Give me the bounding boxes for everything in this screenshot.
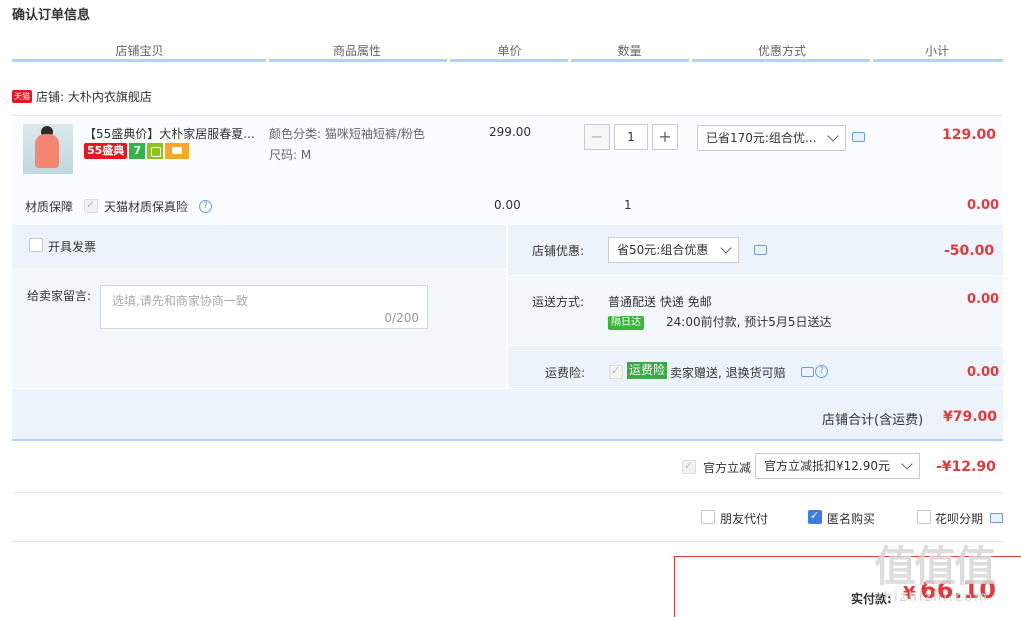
insurance-price: 0.00 (494, 198, 521, 212)
chat-bubble-icon[interactable] (801, 367, 814, 377)
product-tags: 55盛典 7 (84, 143, 190, 159)
insurance-subtotal: 0.00 (967, 198, 1000, 213)
header-bar (12, 59, 266, 62)
anonymous-checkbox[interactable] (808, 509, 822, 524)
seller-message-input[interactable]: 选填,请先和商家协商一致 0/200 (100, 285, 428, 329)
chat-bubble-icon[interactable] (990, 513, 1003, 523)
shop-total-label: 店铺合计(含运费) (822, 413, 924, 428)
watermark-logo: 值值值 (874, 542, 996, 591)
attr-color: 颜色分类: 猫咪短袖短裤/粉色 (269, 127, 425, 141)
col-attributes: 商品属性 (332, 44, 381, 58)
shop-discount-label: 店铺优惠: (532, 244, 585, 258)
official-discount-value: 官方立减抵扣¥12.90元 (764, 459, 890, 473)
freight-badge: 运费险 (627, 362, 668, 379)
anonymous-label: 匿名购买 (827, 512, 876, 526)
freight-label: 运费险: (545, 366, 586, 380)
invoice-checkbox[interactable] (29, 238, 43, 252)
item-discount-select[interactable]: 已省170元:组合优... (697, 125, 846, 151)
shop-name[interactable]: 店铺: 大朴内衣旗舰店 (36, 90, 152, 104)
freight-checkbox[interactable] (609, 364, 623, 379)
tag-55-festival: 55盛典 (84, 143, 128, 159)
seven-day-return-icon: 7 (129, 143, 146, 159)
shop-row: 天猫 店铺: 大朴内衣旗舰店 (12, 88, 152, 105)
header-bar (692, 59, 870, 62)
shop-discount-value: 省50元:组合优惠 (617, 243, 709, 257)
attr-size: 尺码: M (269, 148, 312, 162)
official-discount-select[interactable]: 官方立减抵扣¥12.90元 (755, 453, 920, 479)
shopping-bag-icon (147, 143, 164, 159)
message-placeholder: 选填,请先和商家协商一致 (112, 294, 248, 308)
delivery-method: 普通配送 快递 免邮 (608, 295, 712, 309)
delivery-label: 运送方式: (532, 295, 585, 309)
col-quantity: 数量 (617, 44, 642, 58)
chevron-down-icon (827, 130, 839, 142)
friend-pay-label: 朋友代付 (720, 512, 769, 526)
qty-minus-button[interactable]: − (584, 124, 610, 150)
watermark-url: zhizhizhi.com (875, 590, 989, 605)
insurance-option: 天猫材质保真险 (104, 200, 189, 214)
col-unit-price: 单价 (497, 44, 522, 58)
order-table-header: 店铺宝贝 商品属性 单价 数量 优惠方式 小计 (12, 36, 1003, 62)
friend-pay-checkbox[interactable] (701, 510, 715, 524)
delivery-badge-wrap: 隔日达 (608, 314, 644, 330)
help-icon[interactable]: ? (815, 365, 828, 378)
item-discount-value: 已省170元:组合优... (706, 131, 817, 145)
header-bar (571, 59, 689, 62)
delivery-amount: 0.00 (967, 292, 1000, 307)
message-label: 给卖家留言: (27, 289, 92, 303)
header-bar (269, 59, 447, 62)
item-subtotal: 129.00 (942, 127, 997, 143)
col-subtotal: 小计 (924, 44, 949, 58)
delivery-panel (508, 276, 1003, 345)
divider (12, 492, 1003, 493)
qty-plus-button[interactable]: + (652, 124, 678, 150)
divider (12, 541, 1003, 542)
product-title[interactable]: 【55盛典价】大朴家居服春夏... (84, 125, 259, 142)
shop-discount-amount: -50.00 (944, 243, 995, 259)
insurance-qty: 1 (624, 198, 632, 212)
message-counter: 0/200 (384, 311, 419, 325)
chat-bubble-icon[interactable] (852, 132, 865, 142)
credit-card-icon (165, 143, 190, 159)
freight-amount: 0.00 (967, 365, 1000, 380)
header-bar (450, 59, 568, 62)
next-day-badge: 隔日达 (608, 316, 644, 330)
insurance-label: 材质保障 (25, 200, 74, 214)
shop-discount-select[interactable]: 省50元:组合优惠 (608, 237, 739, 263)
product-image[interactable] (23, 124, 73, 174)
official-label: 官方立减 (703, 461, 752, 475)
chevron-down-icon (720, 242, 732, 254)
insurance-checkbox[interactable] (84, 198, 98, 213)
delivery-note: 24:00前付款, 预计5月5日送达 (666, 315, 832, 329)
qty-input[interactable]: 1 (614, 124, 648, 150)
official-checkbox[interactable] (682, 459, 696, 474)
unit-price: 299.00 (489, 125, 531, 139)
col-discount: 优惠方式 (757, 44, 806, 58)
help-icon[interactable]: ? (199, 200, 212, 213)
official-amount: -¥12.90 (936, 459, 996, 475)
chevron-down-icon (901, 458, 913, 470)
chat-bubble-icon[interactable] (754, 245, 767, 255)
freight-desc: 卖家赠送, 退换货可赔 (670, 366, 786, 380)
page-title: 确认订单信息 (12, 8, 91, 23)
huabei-checkbox[interactable] (917, 510, 931, 524)
tmall-icon: 天猫 (12, 90, 32, 103)
header-bar (873, 59, 1003, 62)
invoice-label: 开具发票 (48, 240, 97, 254)
col-shop-items: 店铺宝贝 (115, 44, 164, 58)
shop-total-amount: ¥79.00 (943, 409, 998, 425)
huabei-label: 花呗分期 (935, 512, 984, 526)
freight-badge-wrap: 运费险 (627, 362, 668, 379)
